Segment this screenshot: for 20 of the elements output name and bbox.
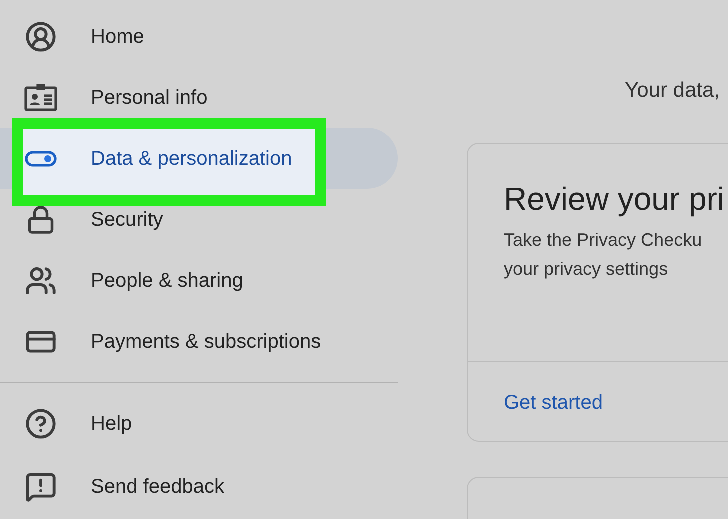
sidebar-item[interactable]: Personal info <box>0 78 208 118</box>
feedback-icon <box>25 471 57 504</box>
lock-icon <box>26 204 56 234</box>
sidebar-item[interactable]: People & sharing <box>0 260 244 300</box>
sidebar-item[interactable]: Help <box>0 392 398 456</box>
id-card-icon <box>24 84 58 112</box>
toggle-icon <box>25 150 57 166</box>
page-heading: Your data, <box>625 78 721 104</box>
card-description: Take the Privacy Checku <box>504 229 704 252</box>
sidebar-item[interactable]: Send feedback <box>0 456 398 519</box>
help-icon <box>25 408 57 440</box>
sidebar-item[interactable]: Home <box>0 16 144 56</box>
account-circle-icon <box>25 20 57 52</box>
get-started-link[interactable]: Get started <box>504 392 603 414</box>
sidebar-item[interactable]: Payments & subscriptions <box>0 322 322 362</box>
people-icon <box>25 264 57 296</box>
sidebar-item[interactable]: Security <box>0 200 164 240</box>
card-description: your privacy settings <box>504 258 670 281</box>
sidebar-item[interactable]: Data & personalization <box>0 138 292 178</box>
card-title: Review your pri <box>504 180 726 219</box>
